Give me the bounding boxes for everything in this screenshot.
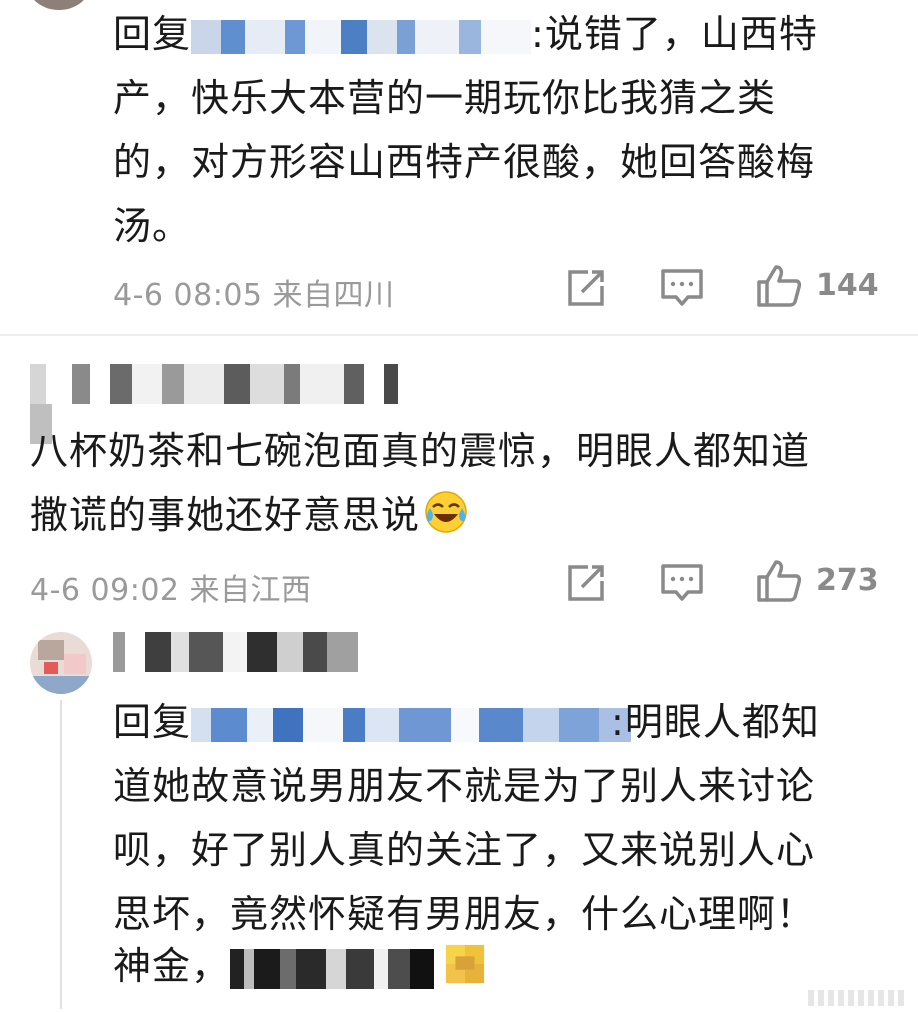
comment-divider — [0, 334, 918, 336]
reply-line-1: 回复 :明眼人都知 — [113, 690, 820, 754]
reply-line-4: 汤。 — [113, 204, 192, 248]
blurred-mention[interactable] — [230, 948, 435, 989]
reply-line-5: 神金， — [113, 934, 486, 998]
reply-line-2: 道她故意说男朋友不就是为了别人来讨论 — [113, 764, 816, 808]
watermark — [808, 990, 908, 1006]
reply-line-3: 呗，好了别人真的关注了，又来说别人心 — [113, 828, 816, 872]
laugh-cry-emoji — [445, 944, 485, 984]
blurred-username[interactable] — [113, 632, 358, 672]
reply-text: :明眼人都知 — [611, 700, 820, 744]
timestamp-location: 4-6 08:05 来自四川 — [113, 278, 395, 313]
avatar[interactable] — [30, 632, 92, 694]
like-count: 273 — [816, 563, 879, 598]
share-icon[interactable] — [566, 268, 606, 308]
blurred-username[interactable] — [191, 707, 632, 742]
comment-icon[interactable] — [660, 268, 704, 308]
reply-text: :说错了，山西特 — [531, 12, 818, 56]
timestamp-location: 4-6 09:02 来自江西 — [30, 573, 312, 608]
share-icon[interactable] — [566, 563, 606, 603]
like-count: 144 — [816, 268, 879, 303]
reply-prefix: 回复 — [113, 700, 192, 744]
blurred-username[interactable] — [30, 364, 400, 444]
thumbs-up-icon[interactable] — [756, 264, 802, 308]
reply-text: 神金， — [113, 944, 231, 988]
thread-line — [60, 700, 62, 1009]
blurred-username[interactable] — [191, 19, 532, 54]
reply-line-3: 的，对方形容山西特产很酸，她回答酸梅 — [113, 140, 816, 184]
laugh-cry-emoji — [425, 491, 467, 533]
comment-text: 撒谎的事她还好意思说 — [30, 493, 421, 537]
comment-line-2: 撒谎的事她还好意思说 — [30, 483, 468, 547]
comment-icon[interactable] — [660, 563, 704, 603]
reply-line-2: 产，快乐大本营的一期玩你比我猜之类 — [113, 76, 777, 120]
reply-line-1: 回复 :说错了，山西特 — [113, 2, 818, 66]
reply-prefix: 回复 — [113, 12, 192, 56]
comment-line-1: 八杯奶茶和七碗泡面真的震惊，明眼人都知道 — [30, 429, 811, 473]
thumbs-up-icon[interactable] — [756, 559, 802, 603]
avatar-top[interactable] — [28, 0, 90, 10]
